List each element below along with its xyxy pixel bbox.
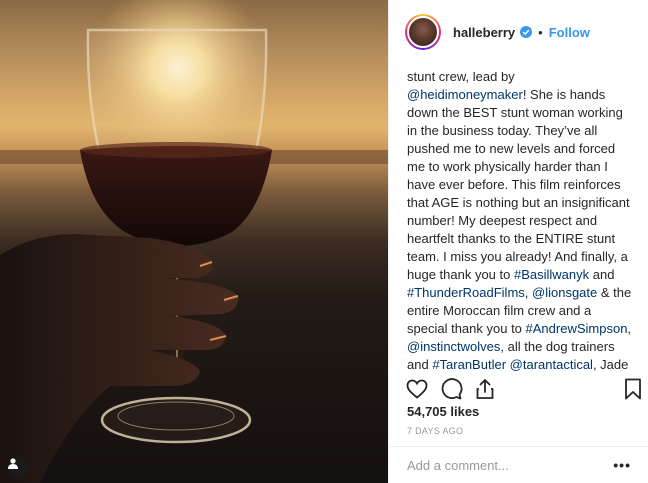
- comment-bar: Add a comment... •••: [389, 446, 648, 483]
- share-arrow-icon[interactable]: [473, 377, 497, 401]
- heart-outline-icon[interactable]: [405, 377, 429, 401]
- post-timestamp[interactable]: 7 DAYS AGO: [407, 426, 463, 436]
- caption-link[interactable]: @heidimoneymaker: [407, 87, 523, 102]
- post-header: halleberry • Follow: [389, 0, 648, 64]
- post-details-panel: talented @07elevenactionstunt crew, lead…: [388, 0, 648, 483]
- caption-link[interactable]: @tarantactical: [510, 357, 593, 372]
- bookmark-icon[interactable]: [621, 377, 645, 401]
- caption-link[interactable]: #Basillwanyk: [514, 267, 589, 282]
- user-tag-button[interactable]: [8, 458, 28, 478]
- speech-bubble-icon[interactable]: [439, 377, 463, 401]
- caption-link[interactable]: @lionsgate: [532, 285, 597, 300]
- caption-text-segment: ! She is hands down the BEST stunt woman…: [407, 87, 630, 282]
- user-tag-icon: [8, 458, 18, 469]
- follow-button[interactable]: Follow: [549, 25, 590, 40]
- comment-input[interactable]: Add a comment...: [407, 458, 613, 473]
- action-bar: [389, 374, 648, 404]
- caption-link[interactable]: #AndrewSimpson: [526, 321, 628, 336]
- caption-text-segment: ,: [524, 285, 533, 300]
- caption-text-segment: ,: [627, 321, 632, 336]
- separator-dot: •: [538, 24, 543, 40]
- caption-area[interactable]: talented @07elevenactionstunt crew, lead…: [407, 52, 635, 374]
- verified-badge-icon: [520, 26, 533, 38]
- more-options-button[interactable]: •••: [613, 457, 631, 473]
- wine-glass-illustration: [0, 0, 388, 483]
- caption-text-segment: and: [589, 267, 615, 282]
- caption-link[interactable]: @instinctwolves: [407, 339, 500, 354]
- username-link[interactable]: halleberry: [453, 25, 515, 40]
- post-photo[interactable]: [0, 0, 388, 483]
- caption-link[interactable]: #TaranButler: [432, 357, 506, 372]
- caption-link[interactable]: #ThunderRoadFilms: [407, 285, 525, 300]
- avatar[interactable]: [405, 14, 441, 50]
- likes-count[interactable]: 54,705 likes: [407, 404, 479, 419]
- caption-text: talented @07elevenactionstunt crew, lead…: [407, 52, 635, 374]
